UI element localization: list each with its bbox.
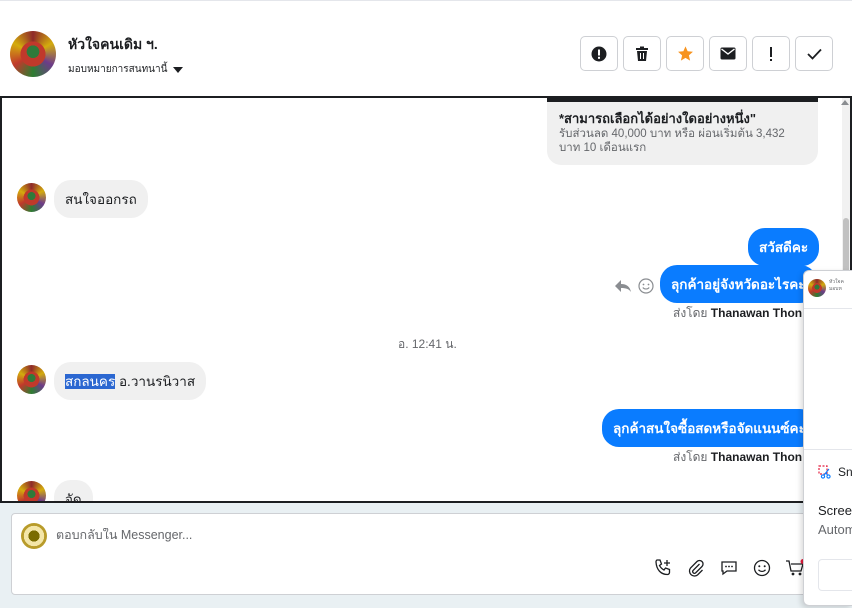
popup-action-button[interactable] — [818, 559, 852, 591]
caret-down-icon — [173, 66, 184, 73]
message-text: อ.วานรนิวาส — [115, 374, 196, 389]
cart-icon — [786, 559, 805, 576]
saved-replies-button[interactable] — [718, 557, 740, 579]
reply-input[interactable] — [56, 528, 656, 542]
outgoing-message[interactable]: ลุกค้าอยู่จังหวัดอะไรคะ — [660, 265, 817, 303]
sent-by-name: Thanawan Thon — [710, 306, 803, 320]
scroll-up-arrow-icon[interactable] — [841, 100, 849, 105]
star-button[interactable] — [666, 36, 704, 71]
sent-by-label: ส่งโดย Thanawan Thon — [673, 304, 802, 323]
call-button[interactable] — [652, 557, 674, 579]
selected-text[interactable]: สกลนคร — [65, 374, 116, 389]
page-avatar — [21, 523, 47, 549]
sent-by-prefix: ส่งโดย — [673, 450, 708, 464]
reply-icon[interactable] — [614, 278, 632, 294]
contact-name[interactable]: หัวใจคนเดิม ฯ. — [68, 34, 158, 56]
alert-circle-icon — [591, 46, 607, 61]
emoji-react-icon[interactable] — [638, 278, 654, 294]
conversation-header: หัวใจคนเดิม ฯ. มอบหมายการสนทนานี้ — [0, 0, 852, 96]
composer-tools — [652, 557, 806, 579]
assign-label: มอบหมายการสนทนานี้ — [68, 64, 168, 75]
incoming-message[interactable]: สนใจออกรถ — [54, 180, 148, 218]
contact-avatar-small — [17, 183, 46, 212]
mark-done-button[interactable] — [795, 36, 833, 71]
popup-title: หัวใจค — [829, 279, 844, 285]
attach-button[interactable] — [685, 557, 707, 579]
popup-avatar — [808, 279, 826, 297]
scissors-icon — [818, 465, 831, 479]
outgoing-message[interactable]: สวัสดีคะ — [748, 228, 820, 266]
envelope-icon — [720, 47, 736, 60]
notification-popup[interactable]: หัวใจค มอบห Sn Scree Autom — [803, 270, 852, 606]
assign-conversation-dropdown[interactable]: มอบหมายการสนทนานี้ — [68, 62, 184, 77]
smiley-icon — [753, 559, 771, 577]
messenger-inbox: หัวใจคนเดิม ฯ. มอบหมายการสนทนานี้ *สามาร… — [0, 0, 852, 608]
contact-avatar-small — [17, 481, 46, 501]
emoji-button[interactable] — [751, 557, 773, 579]
card-body: รับส่วนลด 40,000 บาท หรือ ผ่อนเริ่มต้น 3… — [559, 128, 785, 154]
sent-by-prefix: ส่งโดย — [673, 306, 708, 320]
header-actions — [580, 36, 833, 71]
popup-divider — [804, 449, 852, 450]
scrollbar-thumb[interactable] — [843, 218, 849, 278]
report-button[interactable] — [580, 36, 618, 71]
mark-followup-button[interactable] — [752, 36, 790, 71]
exclamation-icon — [770, 46, 772, 61]
popup-header: หัวใจค มอบห — [804, 271, 852, 309]
sent-by-label: ส่งโดย Thanawan Thon — [673, 448, 802, 467]
popup-message-title: Scree — [818, 503, 852, 518]
outgoing-message[interactable]: ลุกค้าสนใจซื้อสดหรือจัดแนนซ์คะ — [602, 409, 817, 447]
popup-message-subtitle: Autom — [818, 522, 852, 537]
popup-subtitle: มอบห — [829, 286, 842, 292]
popup-header-text: หัวใจค มอบห — [829, 279, 844, 293]
sent-by-name: Thanawan Thon — [710, 450, 803, 464]
message-timestamp: อ. 12:41 น. — [398, 337, 457, 351]
card-image-strip — [547, 98, 818, 102]
star-icon — [677, 46, 693, 61]
trash-icon — [636, 46, 648, 61]
contact-avatar-small — [17, 365, 46, 394]
message-actions — [614, 278, 654, 294]
mark-unread-button[interactable] — [709, 36, 747, 71]
incoming-message[interactable]: สกลนคร อ.วานรนิวาส — [54, 362, 207, 400]
phone-plus-icon — [655, 559, 671, 576]
product-card[interactable]: *สามารถเลือกได้อย่างใดอย่างหนึ่ง" รับส่ว… — [547, 98, 818, 165]
snip-tool-item[interactable]: Sn — [818, 465, 852, 479]
message-thread[interactable]: *สามารถเลือกได้อย่างใดอย่างหนึ่ง" รับส่ว… — [0, 96, 852, 503]
paperclip-icon — [688, 559, 704, 577]
check-icon — [806, 48, 822, 60]
incoming-message[interactable]: จัด — [54, 480, 93, 501]
reply-composer — [11, 513, 811, 595]
card-title: *สามารถเลือกได้อย่างใดอย่างหนึ่ง" — [559, 111, 756, 126]
chat-bubble-icon — [721, 561, 737, 576]
delete-button[interactable] — [623, 36, 661, 71]
contact-avatar[interactable] — [10, 31, 56, 77]
snip-label: Sn — [838, 465, 852, 479]
